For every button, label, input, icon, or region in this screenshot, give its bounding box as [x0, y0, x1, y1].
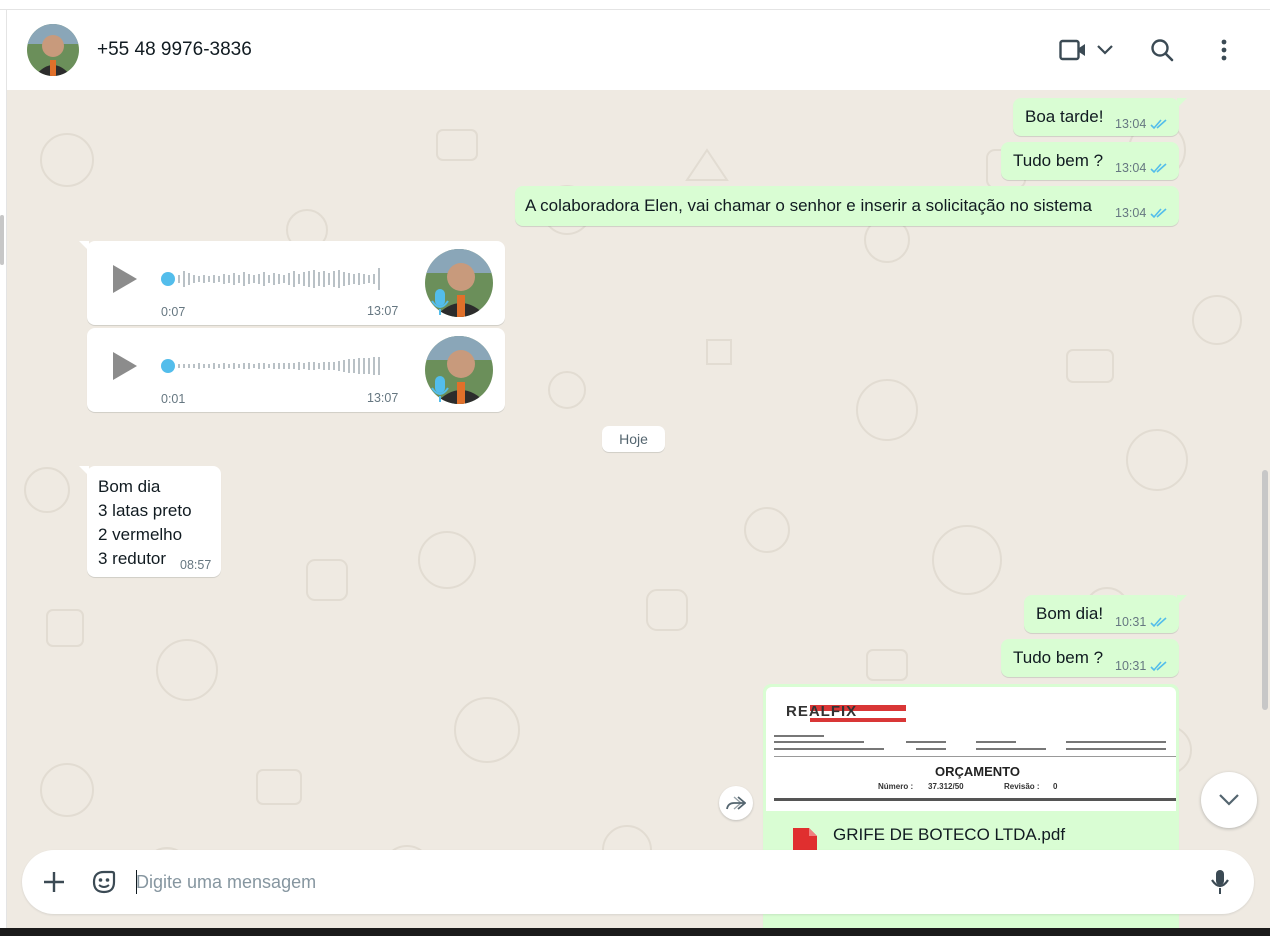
- message-bubble-outgoing[interactable]: Bom dia! 10:31: [1024, 595, 1187, 633]
- message-text: Boa tarde!: [1025, 107, 1104, 126]
- contact-name[interactable]: +55 48 9976-3836: [97, 39, 252, 61]
- read-ticks-icon: [1150, 617, 1167, 628]
- audio-duration: 0:07: [161, 305, 186, 319]
- sticker-icon[interactable]: [90, 868, 118, 896]
- document-brand: REALFIX: [786, 703, 858, 720]
- message-time: 13:04: [1115, 206, 1147, 220]
- message-input[interactable]: [136, 868, 1136, 896]
- message-time: 13:04: [1115, 117, 1147, 131]
- message-time: 13:07: [367, 391, 399, 405]
- message-time: 13:04: [1115, 161, 1147, 175]
- message-text: A colaboradora Elen, vai chamar o senhor…: [525, 196, 1092, 215]
- message-meta: 10:31: [1115, 615, 1168, 629]
- microphone-icon: [431, 376, 449, 402]
- attach-plus-icon[interactable]: [42, 870, 66, 894]
- document-number-label: Número :: [878, 782, 914, 791]
- message-composer: [22, 850, 1254, 914]
- read-ticks-icon: [1150, 119, 1167, 130]
- message-time: 08:57: [180, 558, 212, 572]
- microphone-icon[interactable]: [1210, 868, 1230, 896]
- message-bubble-outgoing[interactable]: Boa tarde! 13:04: [1013, 98, 1187, 136]
- message-text: Bom dia!: [1036, 604, 1104, 623]
- contact-avatar[interactable]: [27, 24, 79, 76]
- audio-waveform[interactable]: [161, 265, 393, 293]
- message-bubble-outgoing[interactable]: A colaboradora Elen, vai chamar o senhor…: [515, 186, 1179, 226]
- message-time: 13:07: [367, 304, 399, 318]
- day-divider: Hoje: [602, 426, 665, 452]
- message-time: 10:31: [1115, 615, 1147, 629]
- taskbar-edge: [0, 928, 1270, 936]
- read-ticks-icon: [1150, 163, 1167, 174]
- message-text: Tudo bem ?: [1013, 151, 1104, 170]
- message-text: Tudo bem ?: [1013, 648, 1104, 667]
- chat-panel[interactable]: Boa tarde! 13:04 Tudo bem ? 13:04 A cola…: [6, 90, 1270, 928]
- microphone-icon: [431, 289, 449, 315]
- audio-waveform[interactable]: [161, 352, 393, 380]
- message-bubble-outgoing[interactable]: Tudo bem ? 13:04: [1001, 142, 1179, 180]
- scroll-to-bottom-button[interactable]: [1201, 772, 1257, 828]
- read-ticks-icon: [1150, 661, 1167, 672]
- message-line: 3 latas preto: [98, 501, 192, 520]
- message-bubble-incoming[interactable]: Bom dia 3 latas preto 2 vermelho 3 redut…: [79, 466, 221, 577]
- message-meta: 13:04: [1115, 206, 1168, 220]
- chevron-down-icon: [1219, 794, 1239, 806]
- document-revision-label: Revisão :: [1004, 782, 1040, 791]
- chat-scrollbar[interactable]: [1262, 470, 1268, 710]
- video-call-icon[interactable]: [1059, 38, 1087, 62]
- document-title: ORÇAMENTO: [935, 764, 1020, 779]
- message-line: 2 vermelho: [98, 525, 183, 544]
- forward-icon: [726, 796, 746, 810]
- play-icon[interactable]: [113, 265, 137, 293]
- message-meta: 13:04: [1115, 161, 1168, 175]
- voice-message[interactable]: 0:07 13:07: [79, 241, 505, 325]
- read-ticks-icon: [1150, 208, 1167, 219]
- document-revision-value: 0: [1053, 782, 1058, 791]
- voice-message[interactable]: 0:01 13:07: [87, 328, 505, 412]
- message-line: 3 redutor: [98, 549, 167, 568]
- document-file-name[interactable]: GRIFE DE BOTECO LTDA.pdf: [833, 825, 1065, 845]
- audio-duration: 0:01: [161, 392, 186, 406]
- forward-button[interactable]: [719, 786, 753, 820]
- chat-header: +55 48 9976-3836: [6, 10, 1270, 90]
- menu-icon[interactable]: [1213, 38, 1235, 62]
- message-line: Bom dia: [98, 477, 161, 496]
- message-bubble-outgoing[interactable]: Tudo bem ? 10:31: [1001, 639, 1179, 677]
- play-icon[interactable]: [113, 352, 137, 380]
- search-icon[interactable]: [1149, 37, 1175, 63]
- message-meta: 10:31: [1115, 659, 1168, 673]
- document-number-value: 37.312/50: [928, 782, 964, 791]
- window-top-strip: [0, 0, 1270, 10]
- chevron-down-icon[interactable]: [1095, 42, 1115, 58]
- document-preview[interactable]: REALFIX ORÇAMENTO Número : 37.312/50 Rev…: [766, 687, 1176, 811]
- message-meta: 13:04: [1115, 117, 1168, 131]
- message-time: 10:31: [1115, 659, 1147, 673]
- left-panel-resize-handle[interactable]: [0, 215, 4, 265]
